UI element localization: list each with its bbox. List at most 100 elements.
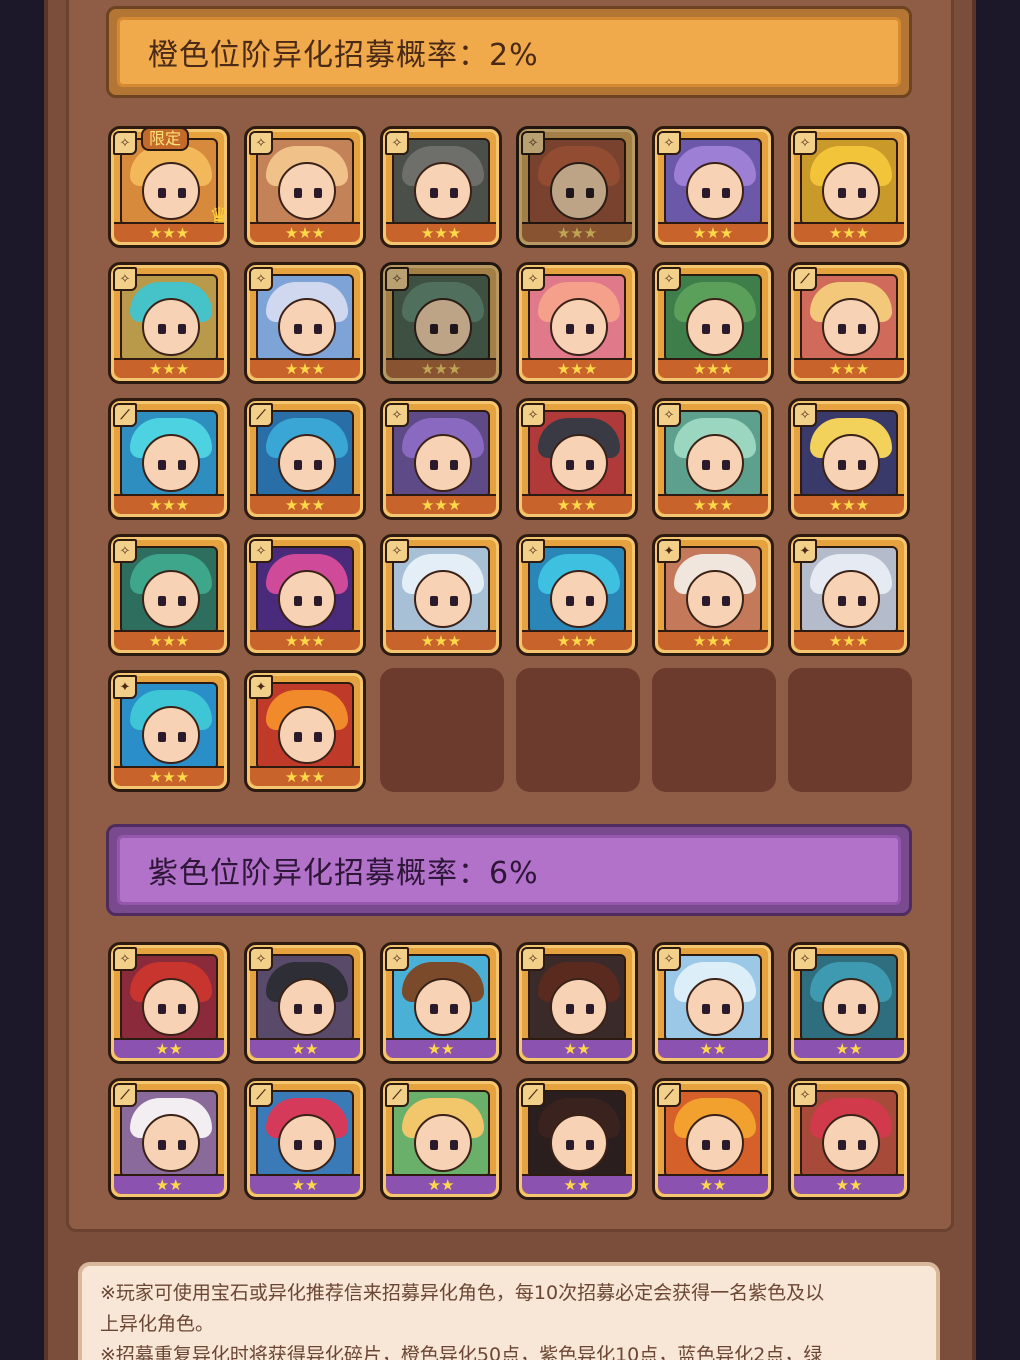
hero-face bbox=[822, 978, 880, 1036]
hero-card[interactable]: ✧ ★★ bbox=[788, 1078, 910, 1200]
hero-face bbox=[550, 1114, 608, 1172]
hero-card[interactable]: ⟋ ★★ bbox=[244, 1078, 366, 1200]
hero-card[interactable]: ✧ ★★★ bbox=[516, 534, 638, 656]
hero-card[interactable]: ✧ ★★★ bbox=[108, 534, 230, 656]
hero-card[interactable]: ✦ ★★★ bbox=[652, 534, 774, 656]
purple-rate-title: 紫色位阶异化招募概率：6% bbox=[117, 835, 901, 905]
rarity-stars: ★★ bbox=[386, 1038, 496, 1058]
hero-card[interactable]: ⟋ ★★ bbox=[380, 1078, 502, 1200]
rarity-stars: ★★ bbox=[114, 1038, 224, 1058]
hero-card[interactable]: ✦ ★★★ bbox=[244, 670, 366, 792]
hero-card[interactable]: ✧ ★★★ bbox=[244, 262, 366, 384]
class-icon: ✧ bbox=[793, 1083, 817, 1107]
hero-card[interactable]: ✧ ★★ bbox=[244, 942, 366, 1064]
hero-eye bbox=[586, 324, 594, 334]
hero-eye bbox=[314, 324, 322, 334]
hero-card[interactable]: ⟋ ★★★ bbox=[244, 398, 366, 520]
hero-face bbox=[414, 298, 472, 356]
rarity-stars: ★★★ bbox=[658, 630, 768, 650]
hero-eye bbox=[858, 1004, 866, 1014]
hero-card[interactable]: ⟋ ★★★ bbox=[108, 398, 230, 520]
hero-eye bbox=[722, 188, 730, 198]
hero-card[interactable]: ✧ ★★ bbox=[108, 942, 230, 1064]
hero-card[interactable]: ✧ ★★★ bbox=[788, 398, 910, 520]
hero-card[interactable]: ✦ ★★★ bbox=[108, 670, 230, 792]
hero-face bbox=[414, 978, 472, 1036]
hero-face bbox=[550, 298, 608, 356]
hero-card[interactable]: ✦ ★★★ bbox=[788, 534, 910, 656]
class-icon: ✦ bbox=[793, 539, 817, 563]
hero-card[interactable]: ⟋ ★★ bbox=[108, 1078, 230, 1200]
hero-card[interactable]: ⟋ ★★ bbox=[652, 1078, 774, 1200]
hero-eye bbox=[158, 732, 166, 742]
class-icon: ✧ bbox=[793, 403, 817, 427]
hero-card[interactable]: ✧ ★★★ bbox=[652, 126, 774, 248]
hero-eye bbox=[702, 188, 710, 198]
hero-eye bbox=[566, 1004, 574, 1014]
class-icon: ✧ bbox=[385, 947, 409, 971]
hero-card[interactable]: ✧ ★★★ bbox=[516, 126, 638, 248]
hero-card[interactable]: ✧ ★★★ bbox=[380, 126, 502, 248]
rarity-stars: ★★★ bbox=[114, 222, 224, 242]
rarity-stars: ★★ bbox=[386, 1174, 496, 1194]
hero-card[interactable]: ✧ ★★ bbox=[516, 942, 638, 1064]
hero-eye bbox=[314, 1004, 322, 1014]
class-icon: ✧ bbox=[113, 267, 137, 291]
hero-face bbox=[414, 1114, 472, 1172]
hero-eye bbox=[450, 1004, 458, 1014]
hero-card[interactable]: ✧ ★★★ bbox=[244, 534, 366, 656]
notice-line-2: 上异化角色。 bbox=[100, 1313, 215, 1335]
hero-card[interactable]: ✧ ★★★ bbox=[380, 262, 502, 384]
class-icon: ⟋ bbox=[249, 1083, 273, 1107]
empty-slot bbox=[516, 668, 640, 792]
rarity-stars: ★★★ bbox=[794, 494, 904, 514]
hero-card[interactable]: ⟋ ★★★ bbox=[788, 262, 910, 384]
hero-card[interactable]: ✧ ★★ bbox=[652, 942, 774, 1064]
hero-card[interactable]: ✧ ★★★ bbox=[516, 262, 638, 384]
hero-eye bbox=[838, 596, 846, 606]
hero-card[interactable]: ✧ ★★★ bbox=[380, 398, 502, 520]
hero-eye bbox=[158, 324, 166, 334]
hero-card[interactable]: ⟋ ★★ bbox=[516, 1078, 638, 1200]
class-icon: ✧ bbox=[793, 131, 817, 155]
rarity-stars: ★★ bbox=[658, 1174, 768, 1194]
hero-card[interactable]: ✧ ★★★ bbox=[380, 534, 502, 656]
rarity-stars: ★★★ bbox=[386, 630, 496, 650]
class-icon: ✦ bbox=[113, 675, 137, 699]
background-left bbox=[0, 0, 44, 1360]
empty-slot bbox=[788, 668, 912, 792]
hero-face bbox=[142, 298, 200, 356]
hero-eye bbox=[838, 324, 846, 334]
class-icon: ✧ bbox=[249, 947, 273, 971]
hero-card[interactable]: ✧ ★★★ bbox=[652, 398, 774, 520]
hero-card[interactable]: ✧ ★★★ bbox=[788, 126, 910, 248]
hero-card[interactable]: ✧ ★★ bbox=[380, 942, 502, 1064]
hero-eye bbox=[294, 596, 302, 606]
hero-eye bbox=[450, 188, 458, 198]
hero-face bbox=[822, 162, 880, 220]
class-icon: ⟋ bbox=[521, 1083, 545, 1107]
hero-eye bbox=[722, 1140, 730, 1150]
rarity-stars: ★★★ bbox=[250, 222, 360, 242]
hero-eye bbox=[586, 460, 594, 470]
rarity-stars: ★★★ bbox=[114, 494, 224, 514]
hero-eye bbox=[722, 324, 730, 334]
hero-face bbox=[550, 978, 608, 1036]
class-icon: ✧ bbox=[657, 947, 681, 971]
hero-card[interactable]: ✧ ★★★ bbox=[652, 262, 774, 384]
hero-face bbox=[822, 570, 880, 628]
orange-rate-title: 橙色位阶异化招募概率：2% bbox=[117, 17, 901, 87]
rarity-stars: ★★★ bbox=[250, 630, 360, 650]
hero-eye bbox=[586, 1004, 594, 1014]
hero-card[interactable]: ✧ ★★★ bbox=[516, 398, 638, 520]
hero-eye bbox=[294, 460, 302, 470]
hero-eye bbox=[314, 596, 322, 606]
hero-eye bbox=[178, 1140, 186, 1150]
hero-card[interactable]: ✧ ★★ bbox=[788, 942, 910, 1064]
hero-eye bbox=[702, 1004, 710, 1014]
hero-card[interactable]: ✧ ★★★ bbox=[244, 126, 366, 248]
class-icon: ✧ bbox=[249, 539, 273, 563]
hero-eye bbox=[702, 324, 710, 334]
hero-card[interactable]: ✧ ★★★ bbox=[108, 262, 230, 384]
hero-card[interactable]: ✧ ★★★ 限定 ♛ bbox=[108, 126, 230, 248]
